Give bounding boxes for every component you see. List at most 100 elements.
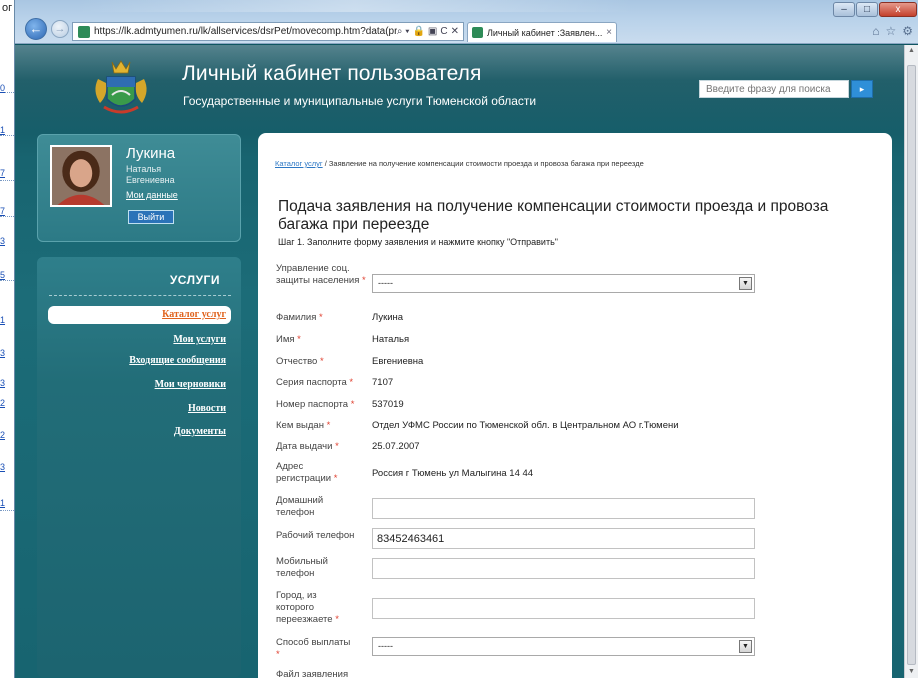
breadcrumb-current: / Заявление на получение компенсации сто… [322, 159, 644, 168]
name-label-text: Имя [276, 334, 295, 345]
mobile-phone-input[interactable] [372, 558, 755, 579]
nav-item-my-services[interactable]: Мои услуги [173, 334, 226, 345]
breadcrumb-catalog-link[interactable]: Каталог услуг [275, 159, 323, 168]
nav-item-inbox[interactable]: Входящие сообщения [129, 355, 226, 366]
background-doc-divider [0, 216, 14, 217]
title-bar [75, 0, 635, 12]
social-dept-label: Управление соц. защиты населения * [276, 263, 366, 287]
from-city-input[interactable] [372, 598, 755, 619]
step-instruction: Шаг 1. Заполните форму заявления и нажми… [278, 237, 558, 247]
home-phone-input[interactable] [372, 498, 755, 519]
site-favicon-icon [78, 25, 90, 38]
required-mark: * [359, 275, 366, 286]
stop-icon[interactable]: ✕ [451, 26, 459, 37]
background-doc-fragment: ог [2, 2, 13, 14]
background-doc-stub: 0 [0, 83, 6, 93]
patronymic-label-text: Отчество [276, 356, 318, 367]
address-bar[interactable]: https://lk.admtyumen.ru/lk/allservices/d… [72, 22, 464, 41]
avatar [50, 145, 112, 207]
patronymic-value: Евгениевна [372, 356, 424, 367]
address-label-text: Адрес регистрации [276, 461, 332, 484]
search-input[interactable] [699, 80, 849, 98]
background-doc-stub: 1 [0, 498, 6, 508]
passport-series-label-text: Серия паспорта [276, 377, 347, 388]
site-header: Личный кабинет пользователя Государствен… [15, 45, 905, 133]
page-title: Подача заявления на получение компенсаци… [278, 198, 829, 233]
page-viewport: Личный кабинет пользователя Государствен… [15, 45, 905, 678]
surname-label-text: Фамилия [276, 312, 317, 323]
profile-middle-name: Евгениевна [126, 175, 175, 185]
search-button[interactable]: ▸ [851, 80, 873, 98]
scroll-down-arrow-icon[interactable]: ▼ [905, 666, 918, 678]
compat-view-icon[interactable]: ▣ [428, 26, 437, 37]
browser-tab[interactable]: Личный кабинет :Заявлен... × [467, 22, 617, 42]
home-icon[interactable]: ⌂ [872, 24, 879, 38]
profile-first-name: Наталья [126, 164, 162, 174]
search-dropdown-icon[interactable]: ⌕ ▾ [397, 26, 410, 37]
scrollbar-thumb[interactable] [907, 65, 916, 665]
name-label: Имя * [276, 334, 301, 346]
dropdown-arrow-icon[interactable]: ▼ [739, 277, 752, 290]
profile-panel: Лукина Наталья Евгениевна Мои данные Вый… [37, 134, 241, 242]
address-tools: ⌕ ▾ 🔒 ▣ C ✕ [397, 26, 463, 37]
payment-method-value: ----- [378, 641, 393, 651]
my-data-link[interactable]: Мои данные [126, 190, 178, 200]
window-controls: – □ x [833, 2, 917, 17]
background-doc-stub: 5 [0, 270, 6, 280]
close-window-button[interactable]: x [879, 2, 917, 17]
background-doc-divider [0, 510, 14, 511]
background-doc-stub: 2 [0, 430, 6, 440]
nav-item-catalog[interactable]: Каталог услуг [162, 309, 226, 320]
lock-icon[interactable]: 🔒 [412, 26, 424, 37]
work-phone-label: Рабочий телефон [276, 530, 355, 541]
background-doc-stub: 3 [0, 348, 6, 358]
vertical-scrollbar[interactable]: ▲ ▼ [904, 45, 918, 678]
required-mark: * [276, 649, 280, 660]
main-content: Каталог услуг / Заявление на получение к… [258, 133, 892, 678]
services-nav: УСЛУГИ Каталог услуг Мои услуги Входящие… [37, 257, 241, 677]
logout-button[interactable]: Выйти [128, 210, 174, 224]
payment-method-select[interactable]: ----- ▼ [372, 637, 755, 656]
minimize-button[interactable]: – [833, 2, 855, 17]
social-dept-select[interactable]: ----- ▼ [372, 274, 755, 293]
required-mark: * [317, 356, 324, 367]
favorites-star-icon[interactable]: ☆ [885, 24, 896, 38]
dropdown-arrow-icon[interactable]: ▼ [739, 640, 752, 653]
background-document: ог 0 1 7 7 3 5 1 3 3 2 2 3 1 [0, 0, 14, 678]
scroll-up-arrow-icon[interactable]: ▲ [905, 45, 918, 57]
issued-by-label: Кем выдан * [276, 420, 330, 432]
settings-gear-icon[interactable]: ⚙ [902, 24, 913, 38]
social-dept-label-text: Управление соц. защиты населения [276, 263, 360, 286]
background-doc-stub: 1 [0, 125, 6, 135]
home-phone-label: Домашний телефон [276, 495, 324, 518]
forward-button[interactable]: → [51, 20, 69, 38]
name-value: Наталья [372, 334, 410, 345]
background-doc-stub: 3 [0, 236, 6, 246]
nav-item-news[interactable]: Новости [188, 403, 226, 414]
required-mark: * [316, 312, 323, 323]
browser-tools: ⌂ ☆ ⚙ [872, 24, 913, 38]
required-mark: * [346, 377, 354, 388]
address-url[interactable]: https://lk.admtyumen.ru/lk/allservices/d… [94, 26, 397, 37]
background-doc-stub: 1 [0, 315, 6, 325]
required-mark: * [331, 473, 338, 484]
mobile-phone-label: Мобильный телефон [276, 556, 328, 579]
nav-item-documents[interactable]: Документы [174, 426, 226, 437]
required-mark: * [332, 441, 339, 452]
maximize-button[interactable]: □ [856, 2, 878, 17]
nav-item-drafts[interactable]: Мои черновики [155, 379, 226, 390]
passport-number-value: 537019 [372, 399, 404, 410]
background-doc-divider [0, 280, 14, 281]
nav-title: УСЛУГИ [169, 273, 220, 287]
refresh-icon[interactable]: C [440, 26, 447, 37]
surname-label: Фамилия * [276, 312, 323, 324]
site-title: Личный кабинет пользователя [182, 62, 482, 85]
tab-favicon-icon [472, 27, 483, 38]
tab-close-icon[interactable]: × [606, 27, 612, 38]
back-button[interactable]: ← [25, 18, 47, 40]
work-phone-input[interactable] [372, 528, 755, 549]
application-file-label: Файл заявления [276, 669, 349, 678]
background-doc-divider [0, 135, 14, 136]
site-subtitle: Государственные и муниципальные услуги Т… [183, 94, 537, 108]
profile-last-name: Лукина [126, 145, 176, 162]
